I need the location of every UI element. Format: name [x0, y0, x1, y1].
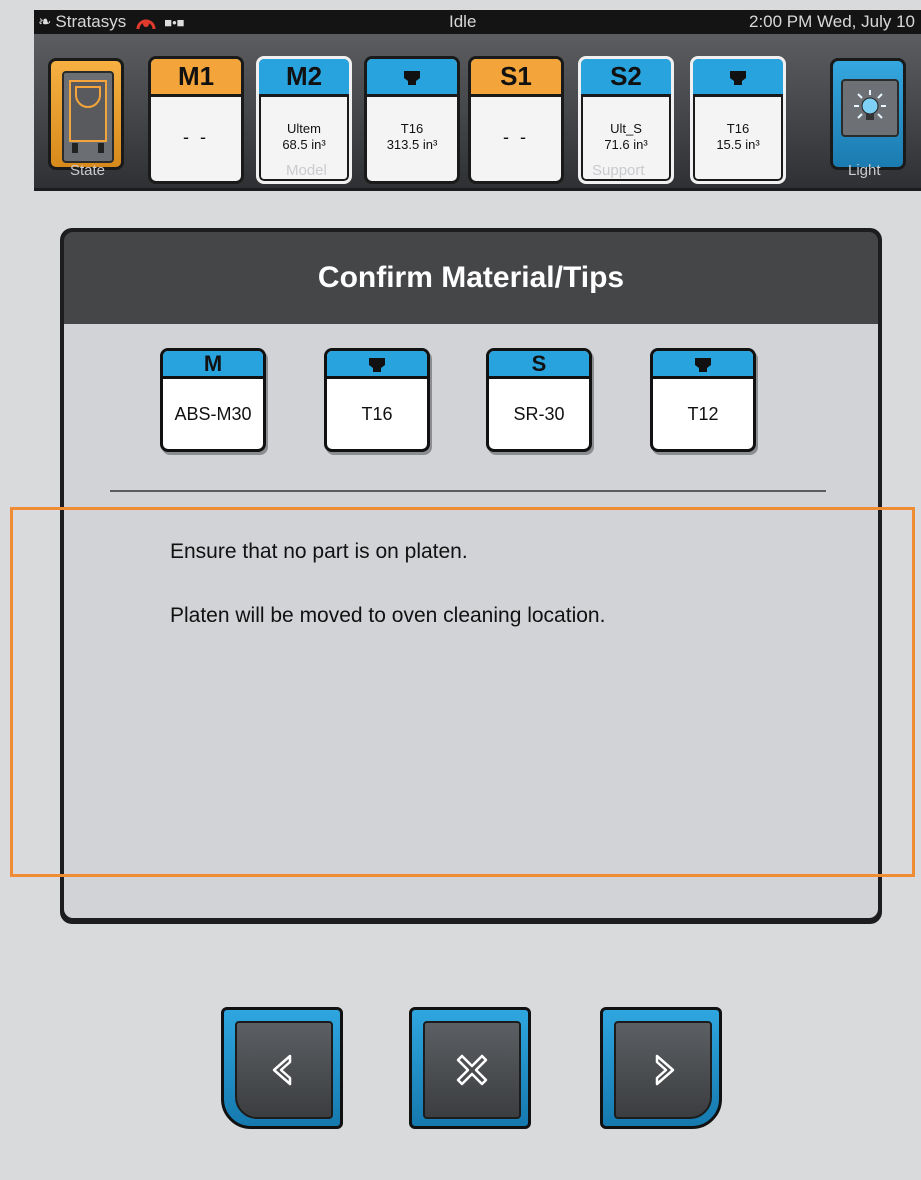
tip-icon [693, 59, 783, 97]
bay-cap: S1 [471, 59, 561, 97]
light-label: Light [848, 162, 881, 179]
dialog-title: Confirm Material/Tips [64, 232, 878, 324]
material-cap: S [489, 351, 589, 379]
material-card-model: M ABS-M30 [160, 348, 266, 452]
bay-line1: Ultem [287, 121, 321, 136]
material-card-model-tip: T16 [324, 348, 430, 452]
light-button[interactable] [830, 58, 906, 170]
printer-status: Idle [449, 12, 477, 31]
network-icon: ■•■ [164, 14, 185, 30]
back-button[interactable] [221, 1007, 343, 1129]
brand: ❧ Stratasys ■•■ [38, 12, 185, 32]
next-arrow-icon [614, 1021, 712, 1119]
bay-cap: M1 [151, 59, 241, 97]
close-icon [423, 1021, 521, 1119]
material-value: SR-30 [513, 403, 565, 424]
material-value: T16 [361, 403, 393, 424]
next-button[interactable] [600, 1007, 722, 1129]
printer-state-icon [62, 71, 114, 163]
material-card-support: S SR-30 [486, 348, 592, 452]
tip-icon [367, 59, 457, 97]
bay-model-tip[interactable]: T16 313.5 in³ [364, 56, 460, 184]
bay-line1: - - [183, 127, 209, 147]
model-label: Model [286, 162, 327, 179]
back-arrow-icon [235, 1021, 333, 1119]
cancel-button[interactable] [409, 1007, 531, 1129]
material-toolbar: State M1 - - M2 Ultem 68.5 in³ T16 313.5… [34, 34, 921, 191]
bay-cap: M2 [259, 59, 349, 97]
bay-line1: T16 [726, 121, 750, 136]
material-value: T12 [687, 403, 719, 424]
bay-support-tip[interactable]: T16 15.5 in³ [690, 56, 786, 184]
state-button[interactable] [48, 58, 124, 170]
bay-line2: 68.5 in³ [282, 137, 326, 152]
brand-name: Stratasys [55, 12, 127, 31]
alert-icon [136, 15, 156, 30]
state-label: State [70, 162, 106, 179]
bay-line2: 15.5 in³ [716, 137, 760, 152]
material-cap: M [163, 351, 263, 379]
stratasys-logo-icon: ❧ [38, 14, 52, 31]
bay-line2: 71.6 in³ [604, 137, 648, 152]
clock: 2:00 PM Wed, July 10 [749, 12, 915, 31]
bay-m1[interactable]: M1 - - [148, 56, 244, 184]
support-label: Support [592, 162, 645, 179]
material-card-support-tip: T12 [650, 348, 756, 452]
bay-line2: 313.5 in³ [386, 137, 438, 152]
bay-line1: - - [503, 127, 529, 147]
bay-s1[interactable]: S1 - - [468, 56, 564, 184]
bay-line1: T16 [400, 121, 424, 136]
bay-cap: S2 [581, 59, 671, 97]
status-bar: ❧ Stratasys ■•■ Idle 2:00 PM Wed, July 1… [34, 10, 921, 34]
light-bulb-icon [841, 79, 899, 137]
highlight-frame [10, 507, 915, 877]
tip-icon [653, 351, 753, 379]
divider [110, 490, 826, 492]
material-value: ABS-M30 [174, 403, 252, 424]
bay-line1: Ult_S [610, 121, 642, 136]
tip-icon [327, 351, 427, 379]
